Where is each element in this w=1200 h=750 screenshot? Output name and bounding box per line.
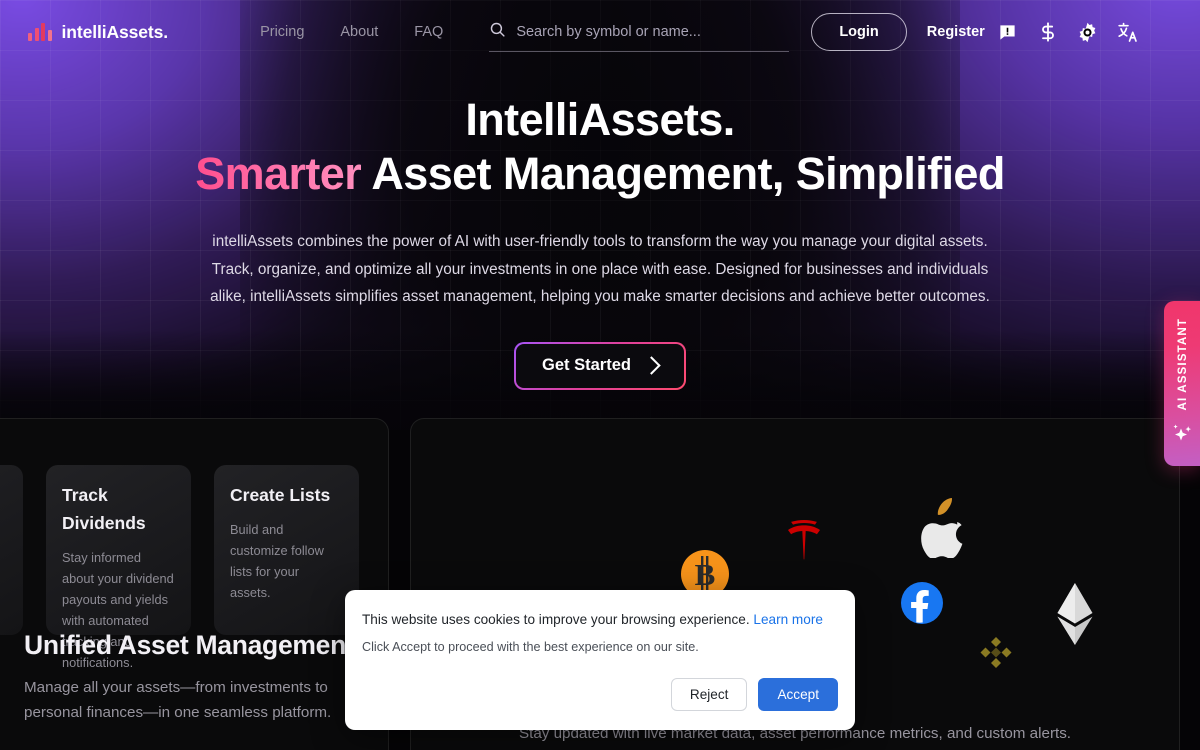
- hero-title-rest: Asset Management, Simplified: [361, 147, 1005, 199]
- cookie-subtext: Click Accept to proceed with the best ex…: [362, 639, 699, 654]
- feedback-icon[interactable]: [991, 15, 1025, 49]
- hero-title: IntelliAssets. Smarter Asset Management,…: [0, 96, 1200, 197]
- hero-cta-wrapper: Get Started: [0, 342, 1200, 390]
- cookie-actions: Reject Accept: [670, 678, 838, 711]
- unified-asset-desc: Manage all your assets—from investments …: [24, 679, 332, 721]
- brightness-icon[interactable]: [1071, 15, 1105, 49]
- currency-dollar-icon[interactable]: [1031, 15, 1065, 49]
- cookie-learn-more-link[interactable]: Learn more: [753, 612, 823, 627]
- get-started-button[interactable]: Get Started: [514, 342, 686, 390]
- feature-card[interactable]: Track Dividends Stay informed about your…: [46, 465, 191, 670]
- ai-assistant-label: AI ASSISTANT: [1175, 317, 1189, 411]
- unified-asset-panel: Track Profits Easily track your investme…: [0, 418, 389, 750]
- hero-title-highlight: Smarter: [195, 147, 362, 199]
- search-input[interactable]: [516, 23, 790, 40]
- feature-card-title: Create Lists: [230, 485, 331, 505]
- ai-assistant-tab[interactable]: AI ASSISTANT: [1164, 301, 1200, 466]
- feature-card-desc: Build and customize follow lists for you…: [230, 522, 324, 600]
- chevron-right-icon: [642, 355, 661, 375]
- navbar-actions: Login Register: [811, 13, 1145, 51]
- cookie-accept-button[interactable]: Accept: [758, 678, 838, 711]
- nav-links: Pricing About FAQ: [260, 24, 443, 40]
- feature-cards-row: Track Profits Easily track your investme…: [0, 465, 359, 670]
- feature-card-title: Track Profits: [0, 481, 7, 509]
- binance-logo: [974, 635, 1018, 684]
- tesla-logo: [778, 519, 830, 576]
- feature-card-title: Track Dividends: [62, 485, 146, 533]
- cookie-reject-button[interactable]: Reject: [670, 678, 748, 711]
- unified-asset-title: Unified Asset Management: [24, 630, 355, 660]
- cookie-consent-banner: This website uses cookies to improve you…: [345, 590, 855, 730]
- svg-text:B: B: [695, 557, 716, 592]
- login-button[interactable]: Login: [811, 13, 907, 51]
- register-button[interactable]: Register: [927, 24, 985, 40]
- hero-title-line1: IntelliAssets.: [465, 94, 735, 145]
- unified-asset-text: Unified Asset Management Manage all your…: [24, 627, 378, 725]
- feature-card[interactable]: Create Lists Build and customize follow …: [214, 465, 359, 635]
- translate-icon[interactable]: [1111, 15, 1145, 49]
- bar-chart-icon: [28, 23, 52, 41]
- hero-subtitle: intelliAssets combines the power of AI w…: [210, 233, 990, 306]
- feature-card-desc: Easily track your investment profits and…: [0, 520, 7, 667]
- nav-link-pricing[interactable]: Pricing: [260, 24, 304, 40]
- feature-card[interactable]: Track Profits Easily track your investme…: [0, 465, 23, 635]
- hero-title-line2: Smarter Asset Management, Simplified: [0, 147, 1200, 199]
- navbar: intelliAssets. Pricing About FAQ Login R…: [0, 0, 1200, 64]
- search-bar[interactable]: [489, 12, 790, 52]
- nav-link-about[interactable]: About: [340, 24, 378, 40]
- nav-link-faq[interactable]: FAQ: [414, 24, 443, 40]
- search-icon: [489, 21, 506, 43]
- brand-name: intelliAssets.: [61, 21, 169, 42]
- facebook-logo: [901, 582, 943, 629]
- get-started-label: Get Started: [542, 356, 631, 374]
- apple-logo: [914, 498, 970, 563]
- cookie-message: This website uses cookies to improve you…: [362, 612, 750, 627]
- ethereum-logo: [1054, 582, 1096, 651]
- cookie-message-row: This website uses cookies to improve you…: [362, 610, 838, 631]
- sparkle-icon: [1170, 420, 1194, 449]
- brand-logo[interactable]: intelliAssets.: [28, 22, 168, 43]
